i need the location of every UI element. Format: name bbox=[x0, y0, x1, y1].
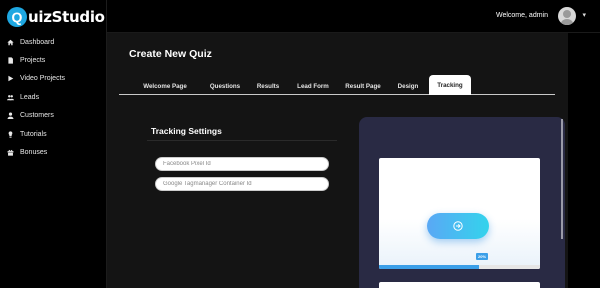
divider bbox=[147, 140, 337, 141]
sidebar-item-dashboard[interactable]: Dashboard bbox=[0, 33, 107, 51]
tab-results[interactable]: Results bbox=[249, 77, 287, 95]
preview-scrollbar[interactable] bbox=[561, 119, 563, 239]
quiz-preview: 20% bbox=[359, 117, 565, 288]
sidebar-item-label: Leads bbox=[20, 93, 40, 101]
logo-mark: Q bbox=[7, 7, 27, 27]
avatar-head-shape bbox=[563, 10, 571, 18]
tab-tracking[interactable]: Tracking bbox=[429, 75, 471, 95]
preview-card: 20% bbox=[379, 158, 540, 269]
main-panel: Create New Quiz Welcome Page Questions R… bbox=[107, 33, 568, 288]
sidebar-item-label: Video Projects bbox=[20, 75, 66, 83]
preview-card-next bbox=[379, 282, 540, 288]
logo-text: uizStudio bbox=[28, 8, 105, 26]
page-scroll-area bbox=[568, 33, 600, 288]
facebook-pixel-input[interactable] bbox=[155, 157, 329, 171]
top-header: Welcome, admin ▾ bbox=[107, 0, 600, 33]
sidebar-nav: Dashboard Projects Video Projects Leads … bbox=[0, 33, 107, 162]
gift-icon bbox=[7, 149, 14, 156]
tab-welcome-page[interactable]: Welcome Page bbox=[129, 77, 201, 95]
progress-percent-badge: 20% bbox=[476, 253, 489, 260]
gtm-container-input[interactable] bbox=[155, 177, 329, 191]
sidebar-item-label: Bonuses bbox=[20, 149, 48, 157]
arrow-right-circle-icon bbox=[453, 221, 463, 231]
chevron-down-icon[interactable]: ▾ bbox=[582, 11, 586, 19]
users-icon bbox=[7, 94, 14, 101]
sidebar-item-bonuses[interactable]: Bonuses bbox=[0, 143, 107, 161]
avatar-body-shape bbox=[560, 19, 574, 25]
file-icon bbox=[8, 57, 13, 64]
tracking-settings-title: Tracking Settings bbox=[151, 126, 222, 136]
sidebar-item-tutorials[interactable]: Tutorials bbox=[0, 125, 107, 143]
sidebar-item-projects[interactable]: Projects bbox=[0, 51, 107, 69]
welcome-text: Welcome, admin bbox=[495, 12, 548, 19]
progress-fill bbox=[379, 265, 479, 269]
sidebar-item-leads[interactable]: Leads bbox=[0, 88, 107, 106]
bulb-icon bbox=[8, 130, 13, 138]
avatar[interactable] bbox=[558, 7, 576, 25]
sidebar-item-label: Dashboard bbox=[20, 38, 55, 46]
tab-design[interactable]: Design bbox=[391, 77, 425, 95]
sidebar: Q uizStudio Dashboard Projects Video Pro… bbox=[0, 0, 107, 288]
tab-lead-form[interactable]: Lead Form bbox=[291, 77, 335, 95]
tab-questions[interactable]: Questions bbox=[203, 77, 247, 95]
play-icon bbox=[8, 76, 14, 82]
page-title: Create New Quiz bbox=[129, 48, 212, 60]
sidebar-item-label: Customers bbox=[20, 112, 54, 120]
sidebar-item-label: Projects bbox=[20, 57, 46, 65]
sidebar-item-customers[interactable]: Customers bbox=[0, 107, 107, 125]
start-button[interactable] bbox=[427, 213, 489, 239]
sidebar-item-label: Tutorials bbox=[20, 130, 47, 138]
user-icon bbox=[7, 112, 14, 120]
home-icon bbox=[7, 39, 14, 45]
logo[interactable]: Q uizStudio bbox=[7, 6, 105, 28]
quiz-tabs: Welcome Page Questions Results Lead Form… bbox=[119, 75, 555, 95]
sidebar-item-video-projects[interactable]: Video Projects bbox=[0, 70, 107, 88]
tab-result-page[interactable]: Result Page bbox=[339, 77, 387, 95]
progress-bar bbox=[379, 265, 540, 269]
